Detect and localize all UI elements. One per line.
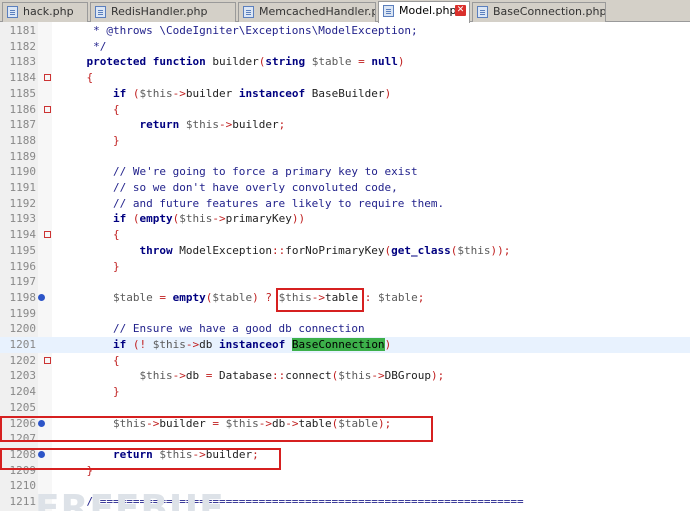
code-line[interactable]: 1196 }: [0, 259, 690, 275]
line-number: 1196: [9, 259, 37, 273]
code-text: return $this->builder;: [139, 118, 286, 132]
code-text: throw ModelException::forNoPrimaryKey(ge…: [139, 243, 511, 257]
tab-baseconnection-php[interactable]: BaseConnection.php: [472, 2, 606, 22]
php-file-icon: [243, 6, 254, 18]
php-file-icon: [95, 6, 106, 18]
annotation-box-builder-assign: [0, 416, 433, 442]
code-text: * @throws \CodeIgniter\Exceptions\ModelE…: [60, 24, 418, 37]
line-number: 1192: [9, 196, 37, 210]
line-number: 1194: [9, 228, 37, 242]
code-line[interactable]: 1184 {: [0, 70, 690, 86]
line-number: 1210: [9, 479, 37, 493]
code-line[interactable]: 1193 if (empty($this->primaryKey)): [0, 211, 690, 227]
code-line[interactable]: 1202 {: [0, 353, 690, 369]
line-number: 1190: [9, 165, 37, 179]
tab-memcachedhandler-php[interactable]: MemcachedHandler.php: [238, 2, 376, 22]
close-tab-icon[interactable]: ✕: [455, 5, 466, 16]
line-number: 1201: [9, 338, 37, 351]
code-line[interactable]: 1182 */: [0, 39, 690, 55]
code-text: // Ensure we have a good db connection: [60, 322, 365, 336]
fold-toggle-icon[interactable]: [44, 231, 51, 239]
code-line[interactable]: 1181 * @throws \CodeIgniter\Exceptions\M…: [0, 23, 690, 39]
code-line[interactable]: 1183 protected function builder(string $…: [0, 54, 690, 70]
breakpoint-icon[interactable]: [38, 293, 45, 301]
tab-redishandler-php[interactable]: RedisHandler.php: [90, 2, 236, 22]
line-number: 1200: [9, 322, 37, 336]
fold-toggle-icon[interactable]: [44, 356, 51, 364]
line-number: 1182: [9, 39, 37, 53]
tab-label: RedisHandler.php: [111, 5, 208, 18]
code-text: }: [112, 385, 120, 399]
line-number: 1191: [9, 181, 37, 194]
code-text: $this->db = Database::connect($this->DBG…: [139, 369, 445, 383]
line-number: 1197: [9, 275, 37, 289]
tab-hack-php[interactable]: hack.php: [2, 2, 88, 22]
php-file-icon: [7, 6, 18, 18]
code-text: if (! $this->db instanceof BaseConnectio…: [112, 338, 392, 351]
code-line[interactable]: 1205: [0, 400, 690, 416]
freebuf-watermark: FREEBUF: [35, 488, 225, 511]
code-line[interactable]: 1185 if ($this->builder instanceof BaseB…: [0, 86, 690, 102]
line-number: 1204: [9, 385, 37, 399]
code-line[interactable]: 1186 {: [0, 102, 690, 118]
line-number: 1211: [9, 495, 37, 508]
line-number: 1205: [9, 400, 37, 414]
code-text: }: [112, 259, 120, 273]
line-number: 1183: [9, 55, 37, 69]
code-line[interactable]: 1201 if (! $this->db instanceof BaseConn…: [0, 337, 690, 353]
line-number: 1184: [9, 71, 37, 85]
fold-toggle-icon[interactable]: [44, 105, 51, 113]
line-number: 1186: [9, 102, 37, 116]
tab-bar: hack.php RedisHandler.php MemcachedHandl…: [0, 0, 690, 23]
tab-label: BaseConnection.php: [493, 5, 606, 18]
code-text: if ($this->builder instanceof BaseBuilde…: [112, 86, 392, 100]
line-number: 1189: [9, 149, 37, 163]
tab-model-php[interactable]: Model.php ✕: [378, 1, 470, 23]
code-text: protected function builder(string $table…: [86, 55, 405, 69]
code-text: {: [112, 353, 120, 367]
code-text: if (empty($this->primaryKey)): [112, 212, 306, 226]
code-text: {: [112, 228, 120, 242]
line-number: 1185: [9, 86, 37, 100]
line-number: 1188: [9, 133, 37, 147]
code-line[interactable]: 1191 // so we don't have overly convolut…: [0, 180, 690, 196]
annotation-box-this-table: [276, 288, 364, 312]
fold-toggle-icon[interactable]: [44, 74, 51, 82]
code-line[interactable]: 1190 // We're going to force a primary k…: [0, 164, 690, 180]
code-line[interactable]: 1194 {: [0, 227, 690, 243]
php-file-icon: [383, 5, 394, 17]
line-number: 1195: [9, 243, 37, 257]
code-line[interactable]: 1192 // and future features are likely t…: [0, 196, 690, 212]
code-line[interactable]: 1204 }: [0, 384, 690, 400]
annotation-box-return-builder: [0, 448, 281, 470]
code-text: // We're going to force a primary key to…: [60, 165, 418, 179]
code-line[interactable]: 1188 }: [0, 133, 690, 149]
php-file-icon: [477, 6, 488, 18]
code-line[interactable]: 1187 return $this->builder;: [0, 117, 690, 133]
code-line[interactable]: 1203 $this->db = Database::connect($this…: [0, 368, 690, 384]
code-editor[interactable]: 1181 * @throws \CodeIgniter\Exceptions\M…: [0, 22, 690, 511]
tab-label: MemcachedHandler.php: [259, 5, 375, 18]
code-line[interactable]: 1195 throw ModelException::forNoPrimaryK…: [0, 243, 690, 259]
line-number: 1187: [9, 118, 37, 132]
tab-label: Model.php: [399, 4, 457, 17]
line-number: 1193: [9, 212, 37, 226]
code-line[interactable]: 1189: [0, 149, 690, 165]
line-number: 1181: [9, 24, 37, 37]
code-line[interactable]: 1200 // Ensure we have a good db connect…: [0, 321, 690, 337]
line-number: 1199: [9, 306, 37, 320]
code-text: */: [60, 39, 107, 53]
code-text: }: [112, 133, 120, 147]
code-text: {: [86, 71, 94, 85]
code-text: // so we don't have overly convoluted co…: [60, 181, 398, 194]
line-number: 1202: [9, 353, 37, 367]
line-number: 1198: [9, 290, 37, 304]
tab-label: hack.php: [23, 5, 74, 18]
code-text: $table = empty($table) ? $this->table : …: [112, 290, 425, 304]
code-text: {: [112, 102, 120, 116]
line-number: 1203: [9, 369, 37, 383]
code-text: // and future features are likely to req…: [60, 196, 445, 210]
